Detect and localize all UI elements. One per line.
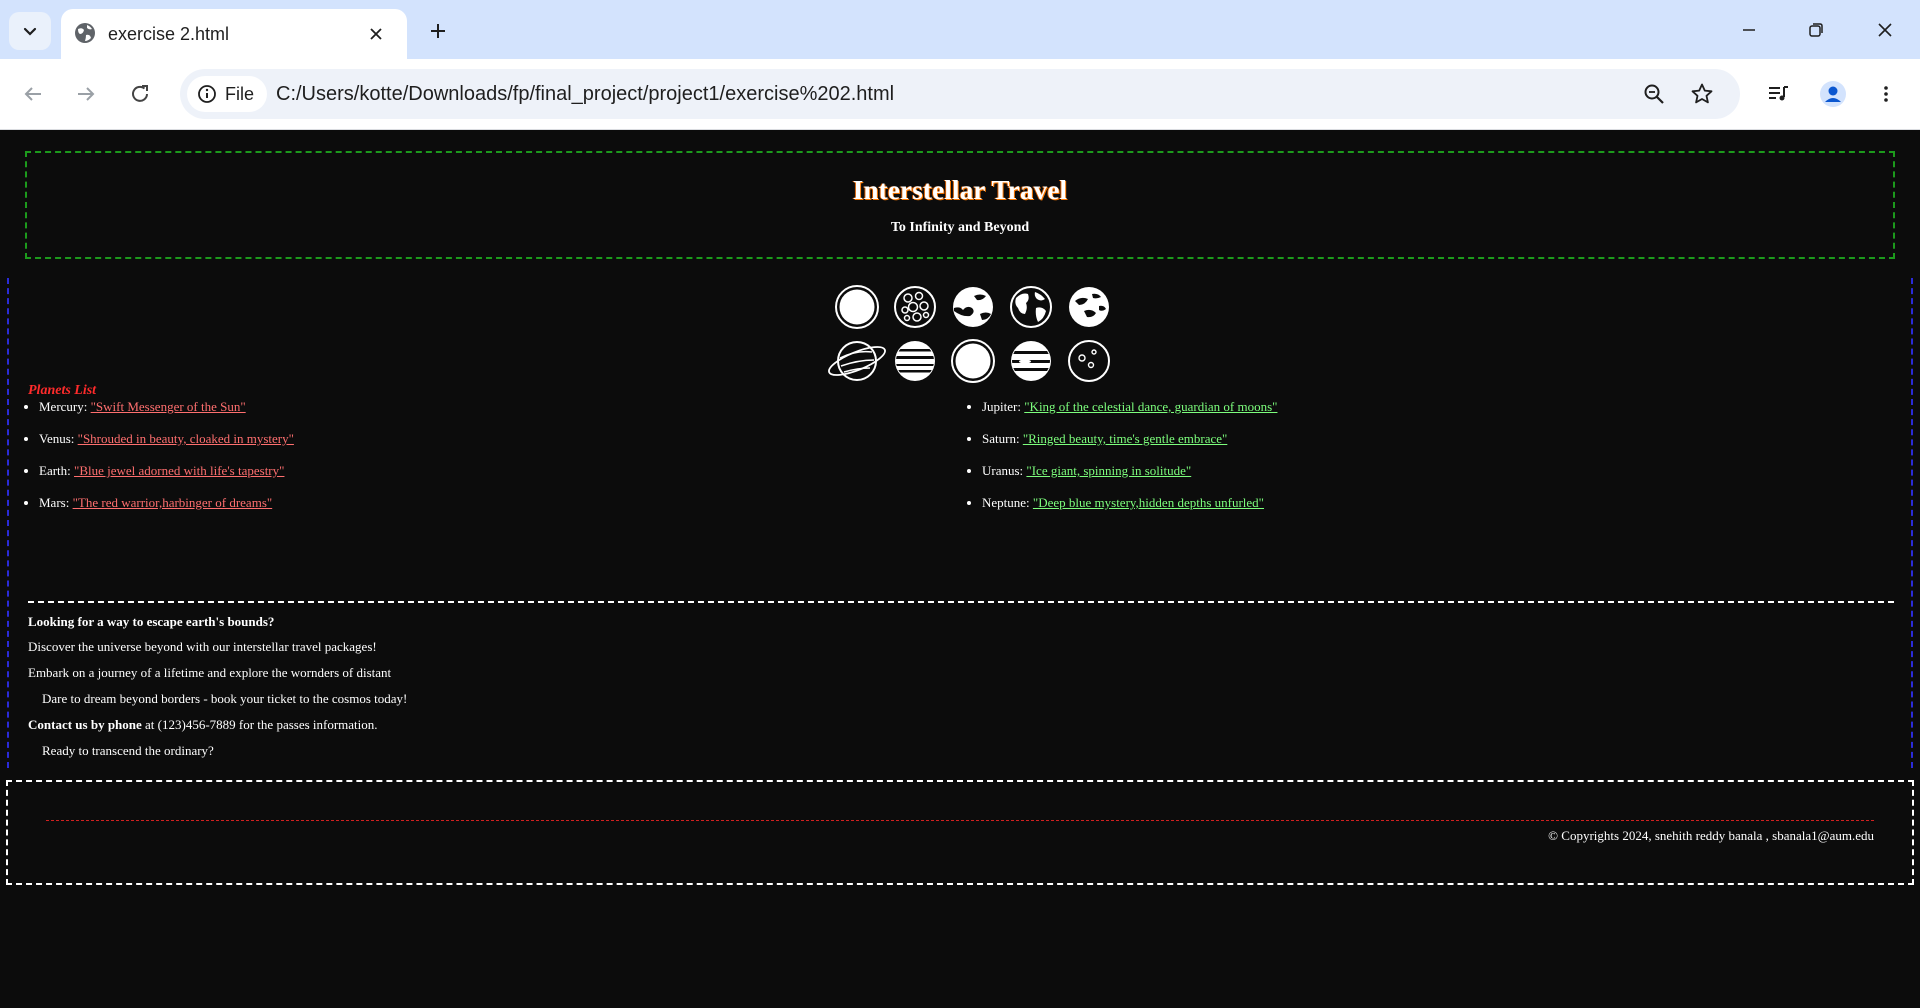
mars-icon xyxy=(1069,287,1109,327)
planets-list-left: Mercury: "Swift Messenger of the Sun" Ve… xyxy=(39,399,294,527)
site-header: Interstellar Travel To Infinity and Beyo… xyxy=(25,151,1895,259)
zoom-icon xyxy=(1644,84,1664,104)
media-button[interactable] xyxy=(1760,76,1796,112)
chip-label: File xyxy=(225,83,255,104)
escape-heading: Looking for a way to escape earth's boun… xyxy=(28,614,275,629)
contact-bold: Contact us by phone xyxy=(28,717,142,732)
sun-icon xyxy=(835,285,879,329)
site-title: Interstellar Travel xyxy=(852,175,1068,205)
list-item: Mars: "The red warrior,harbinger of drea… xyxy=(39,495,294,511)
restore-icon xyxy=(1809,23,1823,37)
planet-link-venus[interactable]: "Shrouded in beauty, cloaked in mystery" xyxy=(78,431,294,446)
close-icon xyxy=(370,28,382,40)
discover-text: Discover the universe beyond with our in… xyxy=(28,639,377,654)
planet-name: Uranus: xyxy=(982,463,1024,478)
tab-bar: exercise 2.html xyxy=(0,0,1920,59)
close-icon xyxy=(1878,23,1892,37)
planet-link-earth[interactable]: "Blue jewel adorned with life's tapestry… xyxy=(74,463,284,478)
minimize-icon xyxy=(1743,29,1755,31)
planet-name: Mars: xyxy=(39,495,70,510)
arrow-left-icon xyxy=(24,87,41,101)
site-info-chip[interactable]: File xyxy=(187,76,267,112)
forward-button[interactable] xyxy=(68,76,104,112)
toolbar: File C:/Users/kotte/Downloads/fp/final_p… xyxy=(0,59,1920,130)
minimize-button[interactable] xyxy=(1725,12,1773,48)
list-item: Mercury: "Swift Messenger of the Sun" xyxy=(39,399,294,415)
section-divider xyxy=(28,601,1894,603)
main-section: Planets List Mercury: "Swift Messenger o… xyxy=(7,278,1913,768)
planet-link-uranus[interactable]: "Ice giant, spinning in solitude" xyxy=(1026,463,1191,478)
planet-link-saturn[interactable]: "Ringed beauty, time's gentle embrace" xyxy=(1023,431,1228,446)
chevron-down-icon xyxy=(23,27,37,36)
list-item: Venus: "Shrouded in beauty, cloaked in m… xyxy=(39,431,294,447)
embark-text: Embark on a journey of a lifetime and ex… xyxy=(28,665,392,680)
planet-name: Saturn: xyxy=(982,431,1020,446)
zoom-button[interactable] xyxy=(1640,80,1668,108)
new-tab-button[interactable] xyxy=(424,17,452,45)
star-icon xyxy=(1691,83,1713,104)
site-footer: © Copyrights 2024, snehith reddy banala … xyxy=(6,780,1914,885)
list-item: Neptune: "Deep blue mystery,hidden depth… xyxy=(982,495,1277,511)
more-vert-icon xyxy=(1884,86,1888,102)
back-button[interactable] xyxy=(15,76,51,112)
info-icon xyxy=(198,85,216,103)
mercury-icon xyxy=(894,286,936,328)
profile-button[interactable] xyxy=(1815,76,1851,112)
planet-name: Mercury: xyxy=(39,399,88,414)
close-window-button[interactable] xyxy=(1861,12,1909,48)
dare-text: Dare to dream beyond borders - book your… xyxy=(42,691,408,706)
footer-divider xyxy=(46,820,1874,821)
list-item: Uranus: "Ice giant, spinning in solitude… xyxy=(982,463,1277,479)
page-viewport: Interstellar Travel To Infinity and Beyo… xyxy=(0,131,1920,1008)
bookmark-button[interactable] xyxy=(1688,80,1716,108)
jupiter-icon xyxy=(895,341,935,381)
menu-button[interactable] xyxy=(1868,76,1904,112)
playlist-music-icon xyxy=(1769,86,1788,101)
tab-title: exercise 2.html xyxy=(108,24,230,44)
contact-rest: at (123)456-7889 for the passes informat… xyxy=(141,717,378,732)
arrow-right-icon xyxy=(78,87,95,101)
moon-icon xyxy=(951,339,995,383)
transcend-text: Ready to transcend the ordinary? xyxy=(42,743,214,758)
planet-name: Earth: xyxy=(39,463,71,478)
restore-button[interactable] xyxy=(1792,12,1840,48)
reload-button[interactable] xyxy=(122,76,158,112)
planet-link-mercury[interactable]: "Swift Messenger of the Sun" xyxy=(91,399,246,414)
list-item: Saturn: "Ringed beauty, time's gentle em… xyxy=(982,431,1277,447)
reload-icon xyxy=(132,85,148,102)
earth-icon xyxy=(1010,286,1052,328)
planet-link-jupiter[interactable]: "King of the celestial dance, guardian o… xyxy=(1024,399,1277,414)
planets-list-title: Planets List xyxy=(28,383,97,398)
tab-active[interactable]: exercise 2.html xyxy=(61,9,407,59)
planet-link-neptune[interactable]: "Deep blue mystery,hidden depths unfurle… xyxy=(1033,495,1264,510)
neptune-icon xyxy=(1011,341,1051,381)
saturn-icon xyxy=(828,341,886,381)
site-subtitle: To Infinity and Beyond xyxy=(890,220,1030,235)
tab-search-button[interactable] xyxy=(9,12,51,50)
planet-icons xyxy=(819,278,1119,398)
tab-close-button[interactable] xyxy=(365,23,387,45)
list-item: Earth: "Blue jewel adorned with life's t… xyxy=(39,463,294,479)
globe-icon xyxy=(75,23,95,43)
pluto-icon xyxy=(1068,340,1110,382)
url-text[interactable]: C:/Users/kotte/Downloads/fp/final_projec… xyxy=(276,80,894,108)
avatar-icon xyxy=(1820,81,1846,107)
planet-name: Neptune: xyxy=(982,495,1030,510)
copyright-text: © Copyrights 2024, snehith reddy banala … xyxy=(1548,828,1874,843)
planet-name: Jupiter: xyxy=(982,399,1021,414)
list-item: Jupiter: "King of the celestial dance, g… xyxy=(982,399,1277,415)
plus-icon xyxy=(431,24,445,38)
planet-link-mars[interactable]: "The red warrior,harbinger of dreams" xyxy=(73,495,273,510)
venus-icon xyxy=(953,287,993,327)
address-bar[interactable]: File C:/Users/kotte/Downloads/fp/final_p… xyxy=(180,69,1740,119)
planets-list-right: Jupiter: "King of the celestial dance, g… xyxy=(982,399,1277,527)
contact-text: Contact us by phone at (123)456-7889 for… xyxy=(28,717,378,733)
planet-name: Venus: xyxy=(39,431,75,446)
